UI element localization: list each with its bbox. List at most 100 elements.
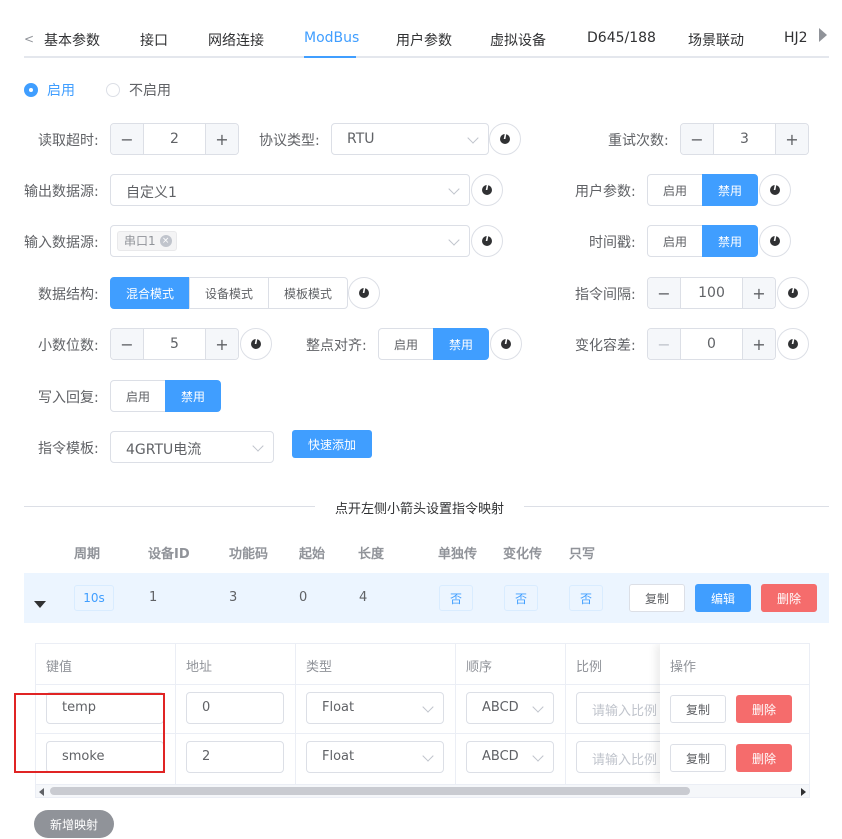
row-divider [660, 684, 809, 685]
close-icon[interactable]: × [159, 235, 172, 247]
tab-scroll-left-icon[interactable]: < [24, 32, 34, 46]
chevron-down-icon [422, 701, 434, 713]
output-source-select[interactable]: 自定义1 [110, 174, 470, 206]
tab-virtual-device[interactable]: 虚拟设备 [490, 30, 546, 50]
mcol-order: 顺序 [466, 660, 493, 675]
info-icon[interactable]: i [777, 328, 809, 360]
align-enable-button[interactable]: 启用 [378, 328, 434, 360]
tab-modbus[interactable]: ModBus [304, 30, 359, 46]
minus-icon[interactable]: − [111, 329, 144, 359]
scroll-right-icon[interactable] [801, 788, 806, 796]
col-divider [175, 644, 176, 784]
chevron-down-icon [532, 701, 544, 713]
map-delete-button[interactable]: 删除 [736, 695, 792, 723]
protocol-type-label: 协议类型: [259, 133, 320, 149]
minus-icon[interactable]: − [681, 124, 714, 154]
tolerance-stepper[interactable]: − 0 + [647, 328, 776, 360]
info-icon[interactable]: i [240, 328, 272, 360]
chevron-down-icon [532, 750, 544, 762]
info-icon[interactable]: i [490, 328, 522, 360]
active-tab-indicator [304, 56, 356, 58]
change-tag[interactable]: 否 [504, 585, 538, 611]
info-icon[interactable]: i [759, 174, 791, 206]
info-icon[interactable]: i [777, 277, 809, 309]
edit-button[interactable]: 编辑 [695, 584, 751, 612]
map-copy-button[interactable]: 复制 [670, 695, 726, 723]
retry-count-stepper[interactable]: − 3 + [680, 123, 809, 155]
col-period: 周期 [74, 547, 101, 562]
tab-scroll-right-icon[interactable] [819, 28, 827, 42]
tab-user-params[interactable]: 用户参数 [396, 30, 452, 50]
addr-input[interactable]: 2 [186, 741, 284, 773]
tab-interface[interactable]: 接口 [140, 30, 168, 50]
plus-icon[interactable]: + [742, 329, 775, 359]
input-source-tag: 串口1 × [117, 231, 177, 251]
scroll-thumb[interactable] [50, 787, 690, 795]
cmd-template-select[interactable]: 4GRTU电流 [110, 431, 274, 463]
plus-icon[interactable]: + [205, 124, 238, 154]
align-disable-button[interactable]: 禁用 [433, 328, 489, 360]
write-reply-enable-button[interactable]: 启用 [110, 380, 166, 412]
device-id-value: 1 [149, 590, 158, 605]
decimals-stepper[interactable]: − 5 + [110, 328, 239, 360]
start-value: 0 [299, 590, 308, 605]
timestamp-enable-button[interactable]: 启用 [647, 225, 703, 257]
user-params-disable-button[interactable]: 禁用 [702, 174, 758, 206]
col-func-code: 功能码 [229, 547, 269, 562]
info-icon[interactable]: i [471, 174, 503, 206]
input-source-select[interactable]: 串口1 × [110, 225, 470, 257]
mcol-ops: 操作 [670, 660, 697, 675]
plus-icon[interactable]: + [205, 329, 238, 359]
timestamp-disable-button[interactable]: 禁用 [702, 225, 758, 257]
write-only-tag[interactable]: 否 [569, 585, 603, 611]
type-select[interactable]: Float [306, 741, 444, 773]
col-change: 变化传 [503, 547, 543, 562]
quick-add-button[interactable]: 快速添加 [292, 430, 372, 458]
write-reply-disable-button[interactable]: 禁用 [165, 380, 221, 412]
copy-button[interactable]: 复制 [629, 584, 685, 612]
cmd-interval-stepper[interactable]: − 100 + [647, 277, 776, 309]
tab-scene-linkage[interactable]: 场景联动 [688, 30, 744, 50]
align-toggle: 启用 禁用 [378, 328, 489, 360]
info-icon[interactable]: i [471, 225, 503, 257]
annotation-highlight-box [14, 693, 165, 773]
col-divider [565, 644, 566, 784]
plus-icon[interactable]: + [775, 124, 808, 154]
map-delete-button[interactable]: 删除 [736, 744, 792, 772]
order-select[interactable]: ABCD [466, 692, 554, 724]
user-params-enable-button[interactable]: 启用 [647, 174, 703, 206]
tab-d645[interactable]: D645/188 [587, 30, 656, 46]
radio-unchecked-icon [106, 83, 120, 97]
type-select[interactable]: Float [306, 692, 444, 724]
device-mode-button[interactable]: 设备模式 [189, 277, 269, 309]
addr-input[interactable]: 0 [186, 692, 284, 724]
chevron-down-icon [467, 132, 479, 144]
plus-icon[interactable]: + [742, 278, 775, 308]
single-tag[interactable]: 否 [439, 585, 473, 611]
protocol-type-select[interactable]: RTU [331, 123, 489, 155]
info-icon[interactable]: i [348, 277, 380, 309]
divider-text: 点开左侧小箭头设置指令映射 [315, 498, 525, 517]
minus-icon[interactable]: − [111, 124, 144, 154]
scroll-left-icon[interactable] [39, 788, 44, 796]
tab-network[interactable]: 网络连接 [208, 30, 264, 50]
info-icon[interactable]: i [489, 123, 521, 155]
order-select[interactable]: ABCD [466, 741, 554, 773]
minus-icon[interactable]: − [648, 278, 681, 308]
radio-enable[interactable]: 启用 [24, 80, 75, 100]
tab-basic-params[interactable]: 基本参数 [44, 30, 100, 50]
template-mode-button[interactable]: 模板模式 [268, 277, 348, 309]
chevron-down-icon [448, 183, 460, 195]
mixed-mode-button[interactable]: 混合模式 [110, 277, 190, 309]
delete-button[interactable]: 删除 [761, 584, 817, 612]
radio-disable[interactable]: 不启用 [106, 80, 171, 100]
minus-icon[interactable]: − [648, 329, 681, 359]
tab-hj2[interactable]: HJ2 [784, 30, 808, 46]
mcol-key: 键值 [46, 660, 73, 675]
add-mapping-button[interactable]: 新增映射 [34, 810, 114, 838]
horizontal-scrollbar[interactable] [36, 784, 809, 797]
read-timeout-stepper[interactable]: − 2 + [110, 123, 239, 155]
map-copy-button[interactable]: 复制 [670, 744, 726, 772]
expand-caret-icon[interactable] [34, 601, 46, 608]
info-icon[interactable]: i [759, 225, 791, 257]
